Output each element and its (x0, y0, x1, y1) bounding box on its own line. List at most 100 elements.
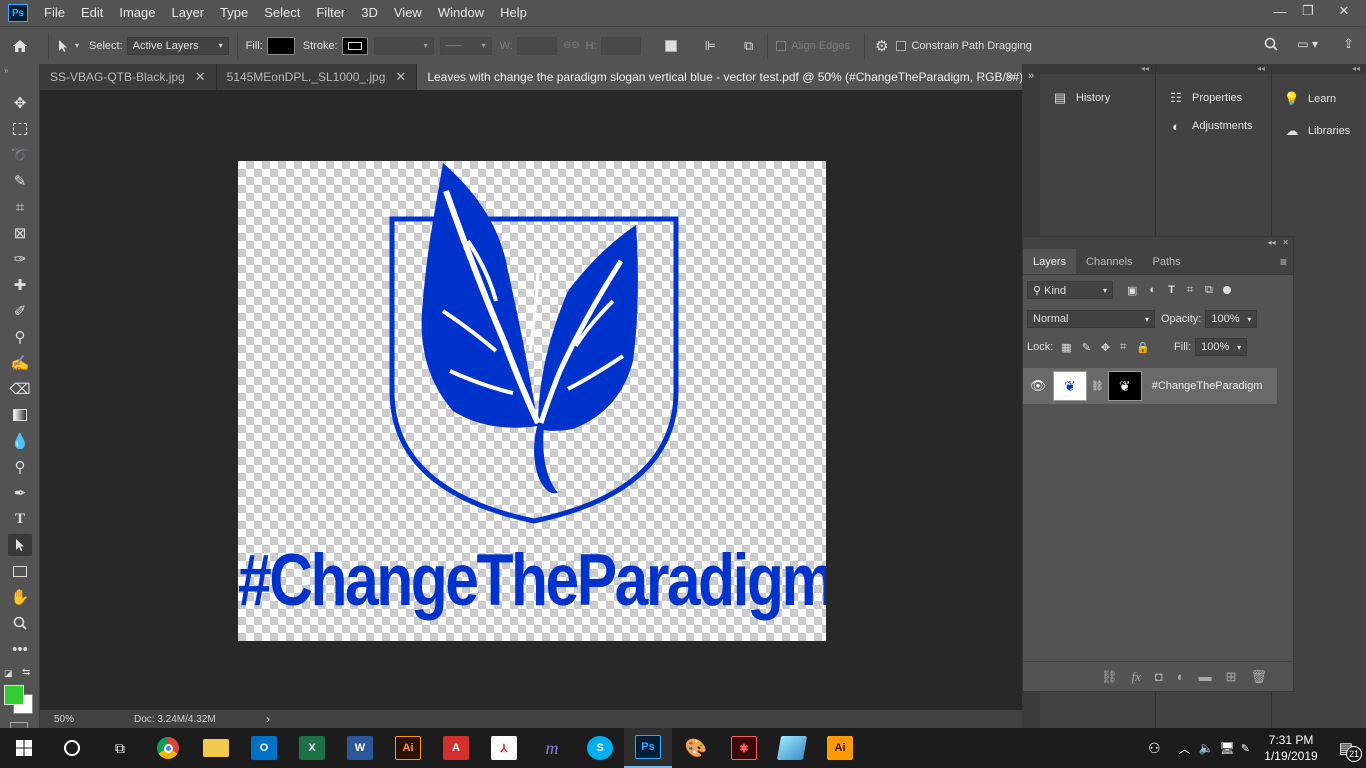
height-field[interactable] (600, 36, 641, 55)
eraser-tool-icon[interactable]: ⌫ (8, 378, 32, 400)
eye-icon[interactable]: 👁 (1023, 378, 1053, 394)
fill-field[interactable]: 100% ▾ (1195, 338, 1248, 356)
hand-tool-icon[interactable]: ✋ (8, 586, 32, 608)
restore-button[interactable]: ❐ (1294, 0, 1322, 22)
chain-link-icon[interactable]: ⛓ (1091, 381, 1104, 392)
menu-help[interactable]: Help (492, 0, 535, 26)
search-circle-icon[interactable] (48, 728, 96, 768)
foreground-color-swatch[interactable] (4, 685, 24, 705)
lock-pixels-icon[interactable]: ✎ (1082, 341, 1091, 354)
close-button[interactable]: ✕ (1322, 0, 1366, 22)
tab-document-2[interactable]: 5145MEonDPL._SL1000_.jpg ✕ (216, 64, 418, 90)
status-menu-arrow[interactable]: › (266, 712, 270, 726)
search-icon[interactable] (1264, 37, 1278, 54)
close-icon[interactable]: ✕ (195, 69, 206, 85)
acrobat-icon[interactable]: A (432, 728, 480, 768)
properties-panel-button[interactable]: ☷ Properties (1156, 84, 1271, 112)
menu-layer[interactable]: Layer (164, 0, 213, 26)
add-mask-icon[interactable]: ◘ (1155, 669, 1163, 684)
select-dropdown[interactable]: Active Layers ▾ (126, 36, 229, 55)
lock-position-icon[interactable]: ✥ (1101, 341, 1110, 354)
lock-all-icon[interactable]: 🔒 (1136, 341, 1150, 354)
clock[interactable]: 7:31 PM 1/19/2019 (1256, 732, 1326, 764)
home-icon[interactable] (0, 39, 40, 53)
dodge-tool-icon[interactable]: ⚲ (8, 456, 32, 478)
history-brush-tool-icon[interactable]: ✍ (8, 352, 32, 374)
path-alignment-icon[interactable]: ⊫ (705, 38, 716, 54)
zoom-tool-icon[interactable] (8, 612, 32, 634)
adjustment-filter-icon[interactable]: ◐ (1149, 284, 1156, 296)
trash-icon[interactable]: 🗑 (1250, 669, 1267, 685)
frame-tool-icon[interactable]: ⊠ (8, 222, 32, 244)
expand-panels-icon[interactable]: » (1022, 70, 1040, 82)
shape-filter-icon[interactable]: ⌗ (1187, 284, 1193, 297)
tab-channels[interactable]: Channels (1076, 249, 1142, 274)
excel-icon[interactable]: X (288, 728, 336, 768)
share-icon[interactable]: ⇪ (1343, 36, 1354, 52)
panel-menu-icon[interactable]: ≡ (1280, 249, 1293, 274)
m-app-icon[interactable]: m (528, 728, 576, 768)
menu-type[interactable]: Type (212, 0, 256, 26)
filter-toggle-icon[interactable] (1222, 286, 1231, 294)
path-operations-icon[interactable] (664, 39, 677, 52)
type-filter-icon[interactable]: T (1168, 284, 1175, 296)
collapse-icon[interactable]: ◂◂ (1040, 64, 1155, 74)
crop-tool-icon[interactable]: ⌗ (8, 196, 32, 218)
acrobat-reader-icon[interactable]: ⅄ (480, 728, 528, 768)
menu-view[interactable]: View (386, 0, 430, 26)
brush-tool-icon[interactable]: ✐ (8, 300, 32, 322)
opacity-field[interactable]: 100% ▾ (1205, 310, 1258, 328)
paint-icon[interactable]: 🎨 (672, 728, 720, 768)
gear-icon[interactable]: ⚙ (875, 37, 888, 55)
stroke-width-field[interactable]: ▾ (373, 36, 434, 55)
gem-icon[interactable] (768, 728, 816, 768)
action-center-icon[interactable]: ▤ 21 (1326, 728, 1366, 768)
stroke-swatch[interactable] (341, 36, 368, 55)
show-hidden-icons-chevron[interactable]: ︿ (1179, 740, 1191, 757)
healing-brush-tool-icon[interactable]: ✚ (8, 274, 32, 296)
task-view-icon[interactable]: ⧉ (96, 728, 144, 768)
lock-artboard-icon[interactable]: ⌗ (1120, 341, 1126, 354)
document-canvas[interactable]: #ChangeTheParadigm (238, 161, 826, 641)
link-layers-icon[interactable]: ⛓ (1101, 669, 1118, 685)
tab-layers[interactable]: Layers (1023, 249, 1077, 274)
path-selection-tool-icon[interactable] (8, 534, 32, 556)
link-icon[interactable]: ⊖⊖ (563, 40, 580, 51)
network-icon[interactable]: 🖥 (1220, 741, 1235, 755)
menu-file[interactable]: File (36, 0, 73, 26)
path-arrangement-icon[interactable]: ⧉ (744, 38, 753, 54)
adjustment-layer-icon[interactable]: ◐ (1177, 669, 1185, 684)
chrome-icon[interactable] (144, 728, 192, 768)
layer-thumbnail[interactable]: ❦ (1053, 371, 1087, 401)
tab-document-active[interactable]: Leaves with change the paradigm slogan v… (417, 64, 1064, 90)
pen-workspace-icon[interactable]: ✎ (1241, 742, 1250, 755)
libraries-panel-button[interactable]: ☁ Libraries (1272, 114, 1366, 148)
workspace-icon[interactable]: ▭ ▾ (1297, 37, 1318, 51)
collapse-icon[interactable]: ◂◂ (1272, 64, 1366, 74)
word-icon[interactable]: W (336, 728, 384, 768)
animate-icon[interactable]: ✱ (720, 728, 768, 768)
marquee-tool-icon[interactable] (8, 118, 32, 140)
history-panel-button[interactable]: ▤ History (1040, 84, 1155, 112)
more-tabs-icon[interactable]: » (1007, 69, 1014, 83)
collapse-icon[interactable]: ◂◂ (1156, 64, 1271, 74)
collapse-toolbar-icon[interactable]: » (4, 66, 8, 75)
gradient-tool-icon[interactable] (8, 404, 32, 426)
more-tools-icon[interactable]: ••• (8, 638, 32, 660)
close-icon[interactable]: ✕ (395, 69, 406, 85)
tab-document-1[interactable]: SS-VBAG-QTB-Black.jpg ✕ (40, 64, 217, 90)
outlook-icon[interactable]: O (240, 728, 288, 768)
new-layer-icon[interactable]: ⊞ (1226, 669, 1237, 685)
path-selection-tool-preset-icon[interactable]: ▾ (57, 39, 79, 53)
type-tool-icon[interactable]: T (8, 508, 32, 530)
canvas-area[interactable]: #ChangeTheParadigm (40, 90, 1022, 710)
clone-stamp-tool-icon[interactable]: ⚲ (8, 326, 32, 348)
swap-colors-icon[interactable]: ⇆ (22, 667, 30, 678)
illustrator-icon[interactable]: Ai (384, 728, 432, 768)
eyedropper-tool-icon[interactable]: ✑ (8, 248, 32, 270)
pen-tool-icon[interactable]: ✒ (8, 482, 32, 504)
layer-row[interactable]: 👁 ❦ ⛓ ❦ #ChangeTheParadigm (1023, 368, 1277, 404)
photoshop-icon[interactable]: Ps (624, 728, 672, 768)
layer-mask-thumbnail[interactable]: ❦ (1107, 371, 1142, 401)
menu-image[interactable]: Image (111, 0, 163, 26)
